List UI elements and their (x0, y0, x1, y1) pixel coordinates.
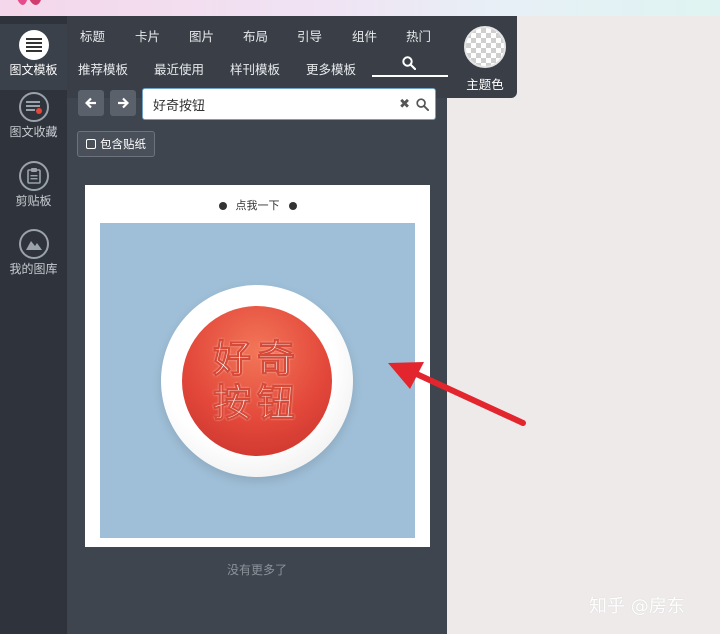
card-title: 点我一下 (235, 199, 280, 212)
arrow-left-icon (85, 97, 96, 109)
tab-search[interactable] (402, 56, 417, 73)
sidebar-item-library[interactable]: 我的图库 (0, 229, 67, 276)
clear-icon[interactable]: ✖ (399, 97, 410, 112)
search-box: ✖ (142, 88, 436, 120)
back-button[interactable] (78, 90, 104, 116)
tab-recent[interactable]: 最近使用 (154, 59, 204, 78)
forward-button[interactable] (110, 90, 136, 116)
lines-icon (18, 30, 49, 60)
no-more-label: 没有更多了 (226, 563, 287, 577)
button-text-line2: 按钮 (212, 381, 301, 426)
sidebar-item-favorites[interactable]: 图文收藏 (0, 92, 67, 139)
transparent-swatch-icon (464, 26, 506, 68)
card-title-row: 点我一下 (85, 197, 430, 213)
search-icon[interactable] (416, 97, 429, 111)
tab-card[interactable]: 卡片 (135, 26, 160, 45)
sidebar-item-clipboard[interactable]: 剪贴板 (0, 161, 67, 208)
clipboard-icon (18, 161, 49, 191)
favorites-icon (18, 92, 49, 122)
tab-image[interactable]: 图片 (189, 26, 214, 45)
bullet-icon (218, 202, 227, 210)
search-icon (402, 56, 417, 71)
watermark: 知乎 @房东 (589, 596, 685, 617)
template-preview-image: 好奇 按钮 (100, 223, 415, 538)
tab-component[interactable]: 组件 (352, 26, 377, 45)
include-sticker-toggle[interactable]: 包含贴纸 (77, 131, 155, 157)
checkbox-icon (86, 139, 96, 149)
red-pointer-arrow-icon (388, 362, 526, 426)
sidebar-item-label: 图文模板 (9, 63, 58, 77)
theme-color-picker[interactable]: 主题色 (455, 24, 515, 93)
bullet-icon (288, 202, 297, 210)
theme-color-label: 主题色 (466, 77, 504, 92)
left-sidebar: 图文模板 图文收藏 剪贴板 我的图库 (0, 16, 67, 634)
template-result-card[interactable]: 点我一下 好奇 按钮 (85, 185, 430, 547)
tab-guide[interactable]: 引导 (297, 26, 322, 45)
image-library-icon (18, 229, 49, 259)
curious-button-graphic: 好奇 按钮 (182, 306, 332, 456)
tab-layout[interactable]: 布局 (243, 26, 268, 45)
tab-more[interactable]: 更多模板 (306, 59, 356, 78)
arrow-right-icon (118, 97, 129, 109)
tab-hot[interactable]: 热门 (406, 26, 431, 45)
search-input[interactable] (143, 96, 400, 112)
top-gradient-strip (0, 0, 720, 16)
tab-sample[interactable]: 样刊模板 (230, 59, 280, 78)
tab-title[interactable]: 标题 (80, 26, 105, 45)
active-tab-underline (372, 75, 448, 77)
tab-recommended[interactable]: 推荐模板 (78, 59, 128, 78)
button-outer-ring: 好奇 按钮 (161, 285, 353, 477)
button-text-line1: 好奇 (212, 337, 301, 382)
sidebar-item-templates[interactable]: 图文模板 (0, 24, 67, 90)
template-tab-bar: 标题 卡片 图片 布局 引导 组件 热门 推荐模板 最近使用 样刊模板 更多模板… (67, 16, 517, 98)
app-logo-icon (17, 0, 41, 5)
include-sticker-label: 包含贴纸 (100, 137, 146, 151)
sidebar-item-label: 图文收藏 (9, 125, 58, 139)
sidebar-item-label: 剪贴板 (15, 194, 52, 208)
sidebar-item-label: 我的图库 (9, 262, 58, 276)
